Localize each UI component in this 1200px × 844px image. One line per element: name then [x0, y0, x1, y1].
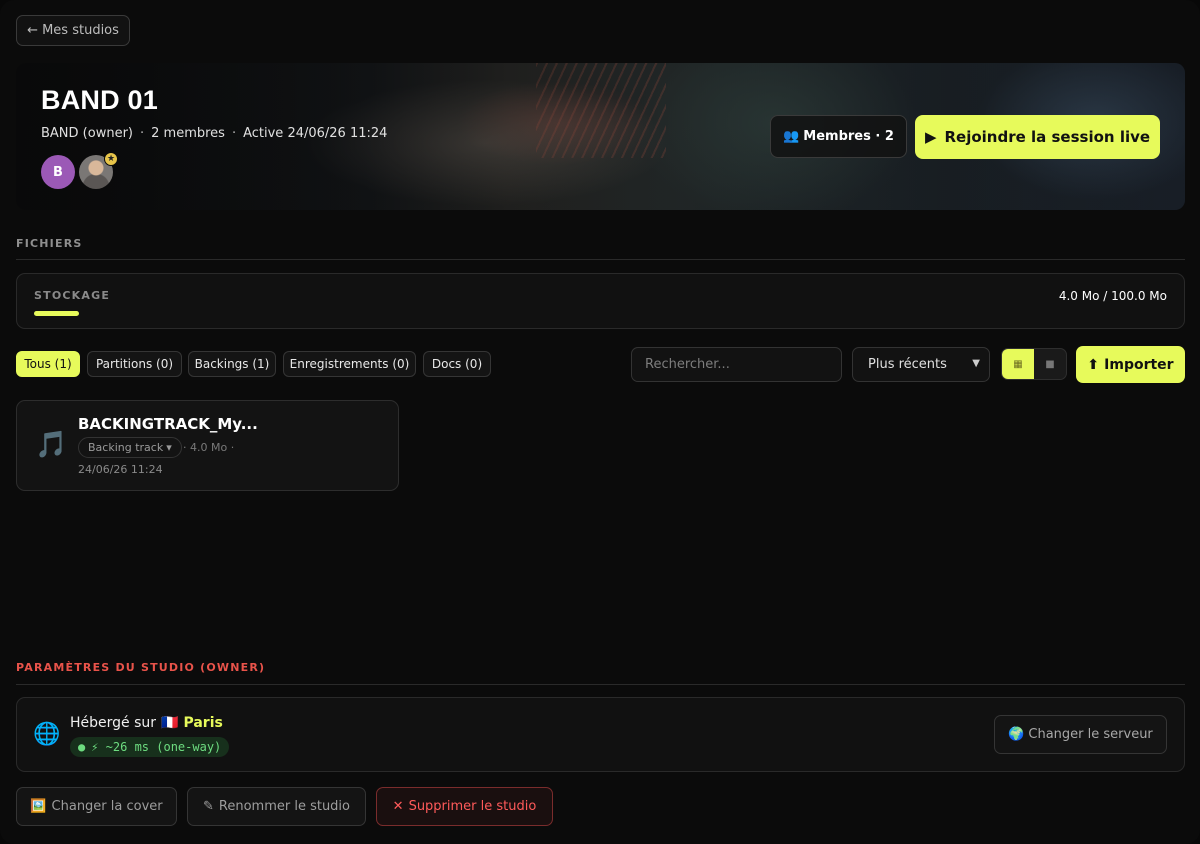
- list-icon: ■: [1045, 358, 1055, 370]
- globe-icon: 🌍: [1008, 727, 1025, 742]
- files-divider: [16, 259, 1185, 260]
- meta-separator: ·: [231, 126, 237, 141]
- upload-icon: ⬆: [1087, 356, 1100, 373]
- delete-studio-button[interactable]: ✕ Supprimer le studio: [376, 787, 553, 826]
- france-flag-icon: 🇫🇷: [161, 715, 179, 731]
- music-note-icon: 🎵: [35, 430, 68, 460]
- storage-label: STOCKAGE: [34, 289, 111, 302]
- file-type-badge[interactable]: Backing track ▾: [78, 437, 182, 458]
- avatar[interactable]: ★: [79, 152, 118, 189]
- hosted-prefix: Hébergé sur: [70, 715, 157, 731]
- storage-value: 4.0 Mo / 100.0 Mo: [1058, 289, 1167, 303]
- studio-title: BAND 01: [41, 85, 158, 115]
- join-live-session-button[interactable]: ▶ Rejoindre la session live: [915, 115, 1160, 159]
- owner-star-icon: ★: [104, 152, 118, 166]
- latency-badge: ● ⚡ ~26 ms (one-way): [70, 737, 230, 757]
- file-type-label: Backing track: [88, 441, 164, 454]
- play-icon: ▶: [924, 128, 937, 146]
- storage-progress-fill: [34, 311, 80, 316]
- member-avatars: B ★: [41, 152, 118, 189]
- status-dot-icon: ●: [78, 740, 86, 754]
- members-button[interactable]: 👥 Membres · 2: [770, 115, 907, 158]
- files-section-title: FICHIERS: [16, 237, 83, 250]
- sort-select[interactable]: Plus récents ▼: [852, 347, 990, 382]
- tab-partitions[interactable]: Partitions (0): [87, 351, 182, 377]
- import-button[interactable]: ⬆ Importer: [1076, 346, 1185, 383]
- grid-view-button[interactable]: ▦: [1002, 349, 1034, 379]
- avatar[interactable]: B: [41, 155, 75, 189]
- file-name: BACKINGTRACK_My...: [78, 415, 258, 433]
- settings-section-title: PARAMÈTRES DU STUDIO (OWNER): [16, 661, 266, 674]
- delete-studio-label: Supprimer le studio: [408, 799, 537, 814]
- grid-icon: ▦: [1013, 358, 1023, 370]
- close-icon: ✕: [392, 799, 404, 814]
- file-date: 24/06/26 11:24: [78, 463, 163, 476]
- tab-label: Docs (0): [431, 357, 483, 371]
- rename-studio-label: Renommer le studio: [218, 799, 351, 814]
- globe-icon: 🌐: [33, 722, 61, 747]
- view-mode-toggle: ▦ ■: [1001, 348, 1067, 380]
- rename-studio-button[interactable]: ✎ Renommer le studio: [187, 787, 366, 826]
- list-view-button[interactable]: ■: [1034, 349, 1066, 379]
- server-city: Paris: [183, 715, 223, 731]
- tab-label: Backings (1): [194, 357, 270, 371]
- tab-backings[interactable]: Backings (1): [188, 351, 276, 377]
- tab-label: Partitions (0): [95, 357, 174, 371]
- studio-hero-banner: BAND 01 BAND (owner) · 2 membres · Activ…: [16, 63, 1185, 210]
- import-label: Importer: [1104, 356, 1174, 373]
- caret-down-icon: ▾: [166, 441, 172, 454]
- studio-page: ← Mes studios BAND 01 BAND (owner) · 2 m…: [0, 0, 1200, 844]
- members-icon: 👥: [783, 129, 800, 144]
- tab-docs[interactable]: Docs (0): [423, 351, 491, 377]
- file-card[interactable]: 🎵 BACKINGTRACK_My... Backing track ▾ · 4…: [16, 400, 399, 491]
- change-server-button[interactable]: 🌍 Changer le serveur: [994, 715, 1167, 754]
- tab-label: Enregistrements (0): [289, 357, 410, 371]
- change-cover-button[interactable]: 🖼️ Changer la cover: [16, 787, 177, 826]
- back-to-studios-button[interactable]: ← Mes studios: [16, 15, 130, 46]
- studio-last-active: Active 24/06/26 11:24: [243, 126, 388, 141]
- sort-value: Plus récents: [868, 357, 947, 372]
- back-label: ← Mes studios: [27, 23, 119, 38]
- members-label: Membres · 2: [803, 129, 894, 144]
- change-server-label: Changer le serveur: [1028, 727, 1153, 742]
- tab-all[interactable]: Tous (1): [16, 351, 80, 377]
- storage-panel: STOCKAGE 4.0 Mo / 100.0 Mo: [16, 273, 1185, 329]
- avatar-initial: B: [53, 164, 63, 180]
- join-live-label: Rejoindre la session live: [944, 128, 1151, 146]
- studio-member-count: 2 membres: [151, 126, 225, 141]
- server-settings-panel: 🌐 Hébergé sur 🇫🇷 Paris ● ⚡ ~26 ms (one-w…: [16, 697, 1185, 772]
- tab-label: Tous (1): [24, 357, 72, 371]
- chevron-down-icon: ▼: [972, 358, 980, 369]
- search-placeholder: Rechercher...: [645, 357, 730, 372]
- file-size: · 4.0 Mo ·: [183, 441, 235, 454]
- pencil-icon: ✎: [202, 799, 214, 814]
- hosting-location: Hébergé sur 🇫🇷 Paris: [70, 715, 223, 731]
- meta-separator: ·: [140, 126, 145, 141]
- image-icon: 🖼️: [30, 799, 47, 814]
- tab-recordings[interactable]: Enregistrements (0): [283, 351, 416, 377]
- storage-progress-bar: [34, 311, 1167, 316]
- file-search-input[interactable]: Rechercher...: [631, 347, 842, 382]
- settings-divider: [16, 684, 1185, 685]
- latency-value: ⚡ ~26 ms (one-way): [91, 740, 222, 754]
- studio-owner: BAND (owner): [41, 126, 133, 141]
- change-cover-label: Changer la cover: [51, 799, 163, 814]
- studio-meta: BAND (owner) · 2 membres · Active 24/06/…: [41, 126, 387, 141]
